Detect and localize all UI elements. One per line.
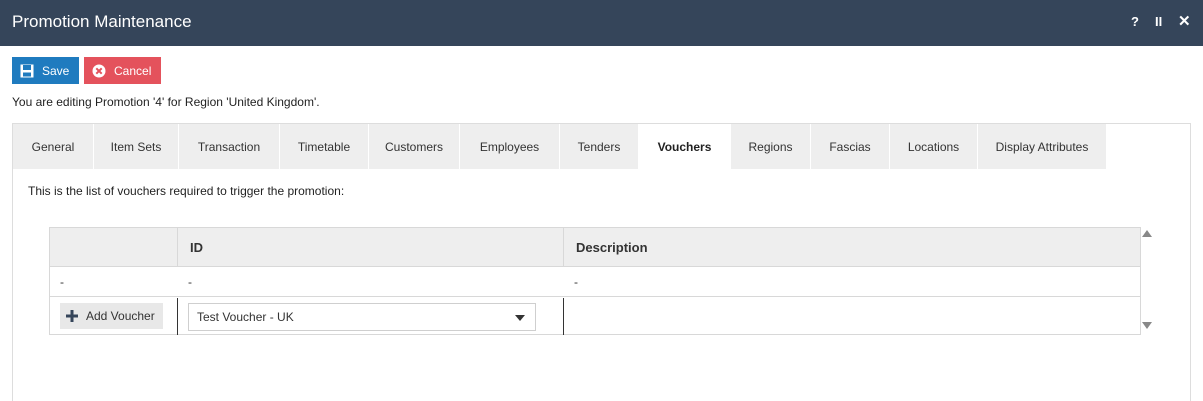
header-action: [50, 228, 177, 267]
tab-label: Regions: [748, 139, 793, 154]
tab-item-sets[interactable]: Item Sets: [94, 124, 179, 169]
voucher-select-value: Test Voucher - UK: [197, 310, 294, 324]
pause-icon[interactable]: II: [1155, 14, 1162, 29]
tab-timetable[interactable]: Timetable: [280, 124, 369, 169]
tab-locations[interactable]: Locations: [890, 124, 978, 169]
add-voucher-button[interactable]: Add Voucher: [60, 303, 163, 329]
tab-employees[interactable]: Employees: [460, 124, 560, 169]
help-icon[interactable]: ?: [1131, 14, 1139, 29]
cancel-button[interactable]: Cancel: [84, 57, 161, 84]
add-voucher-row: Add Voucher Test Voucher - UK: [50, 298, 1140, 335]
tab-customers[interactable]: Customers: [369, 124, 460, 169]
row-id: -: [188, 275, 192, 289]
tab-label: Tenders: [577, 139, 621, 154]
voucher-select[interactable]: Test Voucher - UK: [188, 303, 536, 331]
tab-label: Timetable: [297, 139, 351, 154]
vouchers-intro: This is the list of vouchers required to…: [28, 184, 345, 198]
tab-label: Customers: [384, 139, 443, 154]
tab-label: Locations: [907, 139, 960, 154]
scroll-down-icon[interactable]: [1142, 322, 1152, 329]
row-action: -: [60, 275, 64, 289]
window-title: Promotion Maintenance: [12, 12, 192, 31]
tab-display-attributes[interactable]: Display Attributes: [978, 124, 1107, 169]
add-voucher-label: Add Voucher: [86, 309, 155, 323]
plus-icon: [66, 310, 78, 322]
tab-label: Vouchers: [657, 139, 712, 154]
scroll-up-icon[interactable]: [1142, 230, 1152, 237]
save-button-label: Save: [42, 63, 70, 78]
header-id: ID: [190, 240, 203, 255]
edit-divider: [563, 298, 564, 335]
header-description: Description: [576, 240, 648, 255]
tab-label: Transaction: [197, 139, 261, 154]
tab-vouchers[interactable]: Vouchers: [639, 124, 731, 169]
tab-tenders[interactable]: Tenders: [560, 124, 639, 169]
chevron-down-icon: [515, 315, 525, 321]
title-bar: Promotion Maintenance ? II ✕: [0, 0, 1203, 46]
tab-transaction[interactable]: Transaction: [179, 124, 280, 169]
tab-label: Item Sets: [110, 139, 162, 154]
tab-fascias[interactable]: Fascias: [811, 124, 890, 169]
tab-label: Display Attributes: [995, 139, 1089, 154]
tab-label: Fascias: [829, 139, 871, 154]
cancel-icon: [92, 64, 106, 77]
tab-general[interactable]: General: [13, 124, 94, 169]
tab-label: Employees: [479, 139, 540, 154]
cancel-button-label: Cancel: [114, 63, 152, 78]
col-divider: [563, 228, 564, 267]
grid-header: ID Description: [50, 228, 1140, 267]
row-description: -: [574, 275, 578, 289]
vouchers-grid: ID Description - - - Add Voucher Test Vo…: [49, 227, 1141, 335]
close-icon[interactable]: ✕: [1178, 12, 1191, 30]
save-icon: [20, 64, 34, 77]
tab-bar: General Item Sets Transaction Timetable …: [13, 124, 1107, 169]
tab-regions[interactable]: Regions: [731, 124, 811, 169]
tab-panel: General Item Sets Transaction Timetable …: [12, 123, 1191, 401]
col-divider: [177, 228, 178, 267]
edit-message: You are editing Promotion '4' for Region…: [12, 95, 320, 109]
save-button[interactable]: Save: [12, 57, 79, 84]
table-row: - - -: [50, 267, 1140, 297]
edit-divider: [177, 298, 178, 335]
tab-label: General: [31, 139, 75, 154]
